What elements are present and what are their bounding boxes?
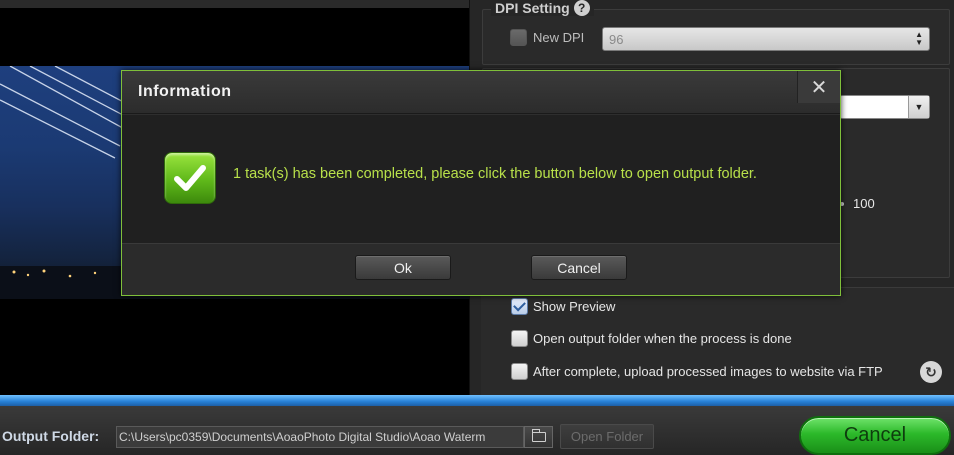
checkmark-icon — [164, 152, 216, 204]
new-dpi-label: New DPI — [533, 30, 585, 45]
ftp-settings-icon[interactable]: ↻ — [920, 361, 942, 383]
dialog-body: 1 task(s) has been completed, please cli… — [122, 115, 840, 243]
cancel-process-button[interactable]: Cancel — [799, 416, 951, 455]
quality-value: 100 — [853, 196, 875, 211]
upload-ftp-label: After complete, upload processed images … — [533, 364, 883, 379]
options-panel: Show Preview Open output folder when the… — [481, 287, 954, 395]
output-path-field[interactable]: C:\Users\pc0359\Documents\AoaoPhoto Digi… — [116, 426, 524, 448]
browse-folder-button[interactable] — [524, 426, 553, 448]
bottom-bar: Output Folder: C:\Users\pc0359\Documents… — [0, 406, 954, 455]
folder-icon — [531, 429, 546, 442]
help-icon[interactable]: ? — [573, 0, 590, 16]
preview-top-strip — [0, 0, 469, 8]
new-dpi-checkbox[interactable] — [510, 29, 527, 46]
close-icon[interactable]: ✕ — [797, 71, 840, 103]
format-select[interactable]: ▼ — [839, 95, 930, 119]
dpi-setting-title: DPI Setting ? — [491, 0, 594, 16]
accent-line — [0, 395, 954, 406]
upload-ftp-option[interactable]: After complete, upload processed images … — [511, 363, 883, 380]
dialog-footer: Ok Cancel — [122, 243, 840, 295]
chevron-down-icon[interactable]: ▼ — [908, 96, 929, 118]
dpi-value: 96 — [609, 31, 624, 47]
dialog-cancel-button[interactable]: Cancel — [531, 255, 627, 280]
open-output-checkbox[interactable] — [511, 330, 528, 347]
dialog-message: 1 task(s) has been completed, please cli… — [233, 166, 757, 182]
upload-ftp-checkbox[interactable] — [511, 363, 528, 380]
spin-arrows-icon[interactable]: ▲ ▼ — [915, 31, 923, 47]
new-dpi-row: New DPI — [510, 29, 584, 46]
open-output-label: Open output folder when the process is d… — [533, 331, 792, 346]
open-output-option[interactable]: Open output folder when the process is d… — [511, 330, 792, 347]
open-folder-button[interactable]: Open Folder — [560, 424, 654, 449]
show-preview-label: Show Preview — [533, 299, 616, 314]
dpi-value-stepper[interactable]: 96 ▲ ▼ — [602, 27, 930, 51]
dialog-title: Information — [138, 83, 232, 100]
show-preview-checkbox[interactable] — [511, 298, 528, 315]
information-dialog: Information ✕ 1 task(s) has been complet… — [121, 70, 841, 296]
dialog-header: Information ✕ — [122, 71, 840, 114]
output-folder-label: Output Folder: — [2, 428, 100, 444]
show-preview-option[interactable]: Show Preview — [511, 298, 615, 315]
ok-button[interactable]: Ok — [355, 255, 451, 280]
